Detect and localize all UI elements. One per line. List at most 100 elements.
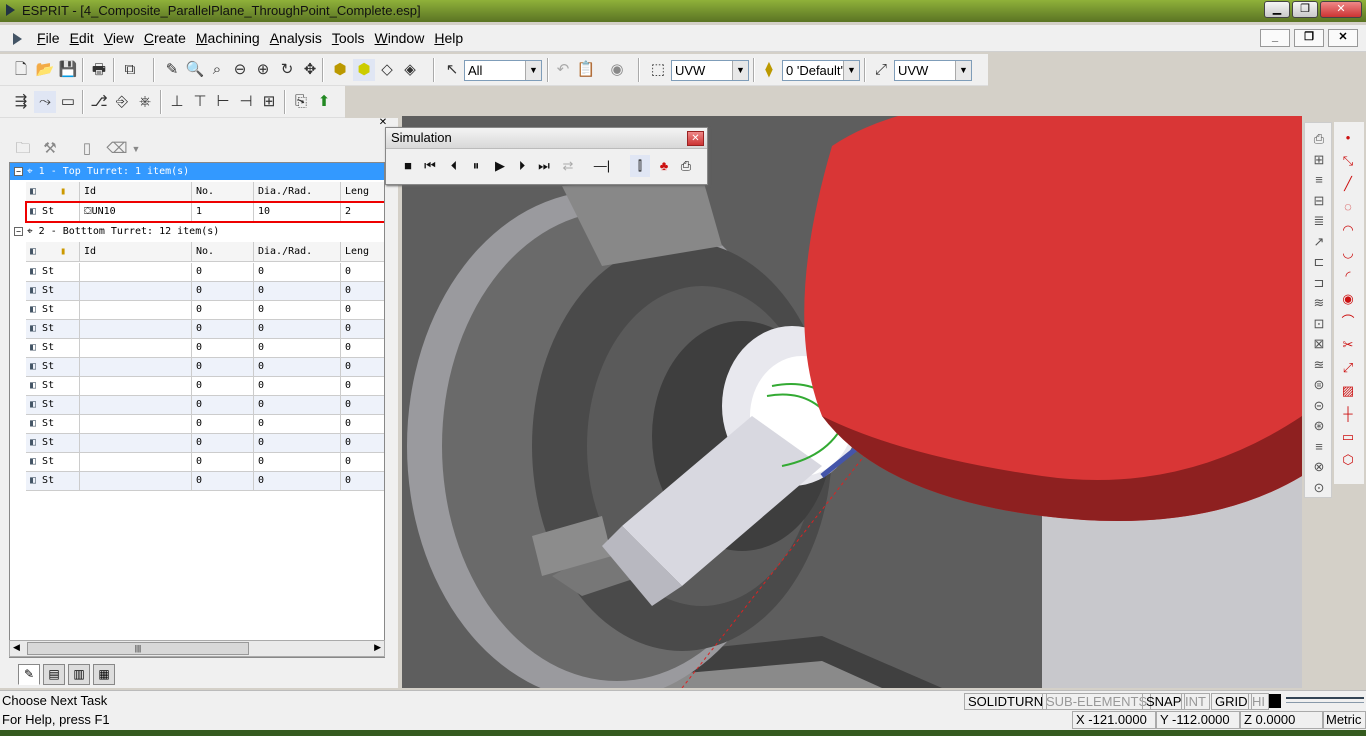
feature-icon[interactable]: ⊐ — [1310, 273, 1328, 293]
workplane-select[interactable]: UVW ▼ — [671, 60, 749, 81]
chamfer-icon[interactable]: ↗ — [1310, 232, 1328, 252]
shaded-active-icon[interactable]: ⬢ — [353, 59, 375, 81]
point-icon[interactable]: • — [1339, 128, 1357, 148]
mdi-close-button[interactable]: ✕ — [1328, 29, 1358, 47]
line-style[interactable] — [1286, 697, 1364, 703]
report-icon[interactable]: ⎙ — [676, 155, 696, 177]
status-column-header[interactable]: ◧ ▮ — [26, 182, 80, 201]
stop-icon[interactable]: ■ — [398, 155, 418, 177]
mdi-restore-button[interactable]: ❐ — [1294, 29, 1324, 47]
collision-icon[interactable]: ♣ — [654, 155, 674, 177]
fillet-icon[interactable]: ◜ — [1339, 266, 1357, 286]
step-forward-icon[interactable]: ⏵ — [512, 155, 532, 177]
tangent-arc-icon[interactable]: ◡ — [1339, 243, 1357, 263]
copy-icon[interactable]: ⧉ — [119, 59, 141, 81]
part-icon[interactable]: ⊞ — [258, 91, 280, 113]
menu-edit[interactable]: Edit — [65, 30, 99, 46]
groove-icon[interactable]: ⊛ — [1310, 416, 1328, 436]
menu-view[interactable]: View — [99, 30, 139, 46]
table-row[interactable]: ◧ St 0 0 0 — [26, 282, 384, 301]
mode-sub-elements[interactable]: SUB-ELEMENTS — [1042, 693, 1152, 710]
filter-select[interactable]: All ▼ — [464, 60, 542, 81]
edit-icon[interactable]: ⊙ — [1310, 478, 1328, 498]
part-icon[interactable]: ⊗ — [1310, 457, 1328, 477]
simulation-icon[interactable]: ⎘ — [290, 91, 312, 113]
table-row[interactable]: ◧ St 0 0 0 — [26, 301, 384, 320]
dimension-icon[interactable]: ⤡ — [1339, 151, 1357, 171]
table-row[interactable]: ◧ St 0 0 0 — [26, 358, 384, 377]
paste-icon[interactable]: 📋 — [575, 59, 597, 81]
rewind-icon[interactable]: ⏮ — [420, 155, 440, 177]
table-row[interactable]: ◧ St 0 0 0 — [26, 472, 384, 491]
zoom-out-icon[interactable]: ⊖ — [229, 59, 251, 81]
mode-solidturn[interactable]: SOLIDTURN — [964, 693, 1048, 710]
pattern-icon[interactable]: ⊞ — [1310, 150, 1328, 170]
close-button[interactable]: ✕ — [1320, 1, 1362, 18]
menu-tools[interactable]: Tools — [327, 30, 370, 46]
wireframe-icon[interactable]: ◇ — [376, 59, 398, 81]
simulation-close-button[interactable]: ✕ — [687, 131, 704, 146]
step-back-icon[interactable]: ⏴ — [444, 155, 464, 177]
zoom-window-icon[interactable]: 🔍 — [184, 59, 206, 81]
pin-icon[interactable]: ⎙ — [1310, 129, 1328, 149]
pause-icon[interactable]: ⏸ — [466, 155, 486, 177]
table-row[interactable]: ◧ St 0 0 0 — [26, 434, 384, 453]
tab-tools[interactable]: ✎ — [18, 664, 40, 685]
play-icon[interactable]: ▶ — [490, 155, 510, 177]
thread-icon[interactable]: ≊ — [1310, 355, 1328, 375]
color-swatch[interactable] — [1269, 694, 1281, 708]
mode-snap[interactable]: SNAP — [1142, 693, 1186, 710]
redraw-icon[interactable]: ✎ — [161, 59, 183, 81]
polygon-icon[interactable]: ⬡ — [1339, 450, 1357, 470]
circle-tangent-icon[interactable]: ◉ — [1339, 289, 1357, 309]
zoom-icon[interactable]: ⌕ — [206, 59, 228, 81]
maximize-button[interactable]: ❐ — [1292, 1, 1318, 18]
column-header[interactable]: Dia./Rad. — [254, 242, 341, 261]
milling-icon[interactable]: ⊤ — [189, 91, 211, 113]
table-row[interactable]: ◧ St 0 0 0 — [26, 263, 384, 282]
tree-group-header[interactable]: − ⌖ 2 - Botttom Turret: 12 item(s) — [10, 223, 384, 240]
drilling-icon[interactable]: ⊥ — [166, 91, 188, 113]
column-header[interactable]: Leng — [341, 182, 384, 201]
chevron-down-icon[interactable]: ▼ — [125, 138, 147, 160]
arc-draw-icon[interactable]: ◠ — [1339, 220, 1357, 240]
nc-code-icon[interactable]: ⬆ — [313, 91, 335, 113]
rotate-icon[interactable]: ↻ — [276, 59, 298, 81]
face-icon[interactable]: ⊝ — [1310, 396, 1328, 416]
table-row[interactable]: ◧ St 0 0 0 — [26, 415, 384, 434]
horizontal-scrollbar[interactable]: ◀ ||| ▶ — [9, 640, 385, 657]
extend-icon[interactable]: ⤢ — [1339, 358, 1357, 378]
stock-icon[interactable]: ▭ — [57, 91, 79, 113]
speed-slider[interactable]: —| — [586, 155, 618, 177]
slot-icon[interactable]: ⊠ — [1310, 334, 1328, 354]
mode-int[interactable]: INT — [1181, 693, 1210, 710]
table-row[interactable]: ◧ St 0 0 0 — [26, 339, 384, 358]
column-header[interactable]: Dia./Rad. — [254, 182, 341, 201]
tool-holder-icon[interactable]: ⚒ — [39, 138, 61, 160]
cross-icon[interactable]: ┼ — [1339, 404, 1357, 424]
collapse-icon[interactable]: − — [14, 226, 23, 236]
column-header[interactable]: No. — [192, 242, 254, 261]
operation-icon[interactable]: ⇶ — [10, 91, 32, 113]
contour-icon[interactable]: ⊏ — [1310, 252, 1328, 272]
arc-icon[interactable]: ⊟ — [1310, 191, 1328, 211]
column-header[interactable]: No. — [192, 182, 254, 201]
grooving-icon[interactable]: ⎆ — [111, 91, 133, 113]
menu-help[interactable]: Help — [429, 30, 468, 46]
turning-icon[interactable]: ⎇ — [88, 91, 110, 113]
column-header[interactable]: Leng — [341, 242, 384, 261]
stop-circle-icon[interactable]: ◉ — [606, 59, 628, 81]
column-header[interactable]: Id — [80, 242, 192, 261]
tool-display-icon[interactable]: ⫿ — [630, 155, 650, 177]
column-header[interactable]: Id — [80, 182, 192, 201]
tab-layers[interactable]: ▦ — [93, 664, 115, 685]
table-row[interactable]: ◧ St 0 0 0 — [26, 453, 384, 472]
menu-create[interactable]: Create — [139, 30, 191, 46]
line-icon[interactable]: ≡ — [1310, 170, 1328, 190]
menu-window[interactable]: Window — [370, 30, 430, 46]
pocket-icon[interactable]: ⊣ — [235, 91, 257, 113]
graphics-viewport[interactable] — [402, 116, 1302, 688]
mode-grid[interactable]: GRID — [1211, 693, 1252, 710]
hidden-line-icon[interactable]: ◈ — [399, 59, 421, 81]
bore-icon[interactable]: ≡ — [1310, 437, 1328, 457]
